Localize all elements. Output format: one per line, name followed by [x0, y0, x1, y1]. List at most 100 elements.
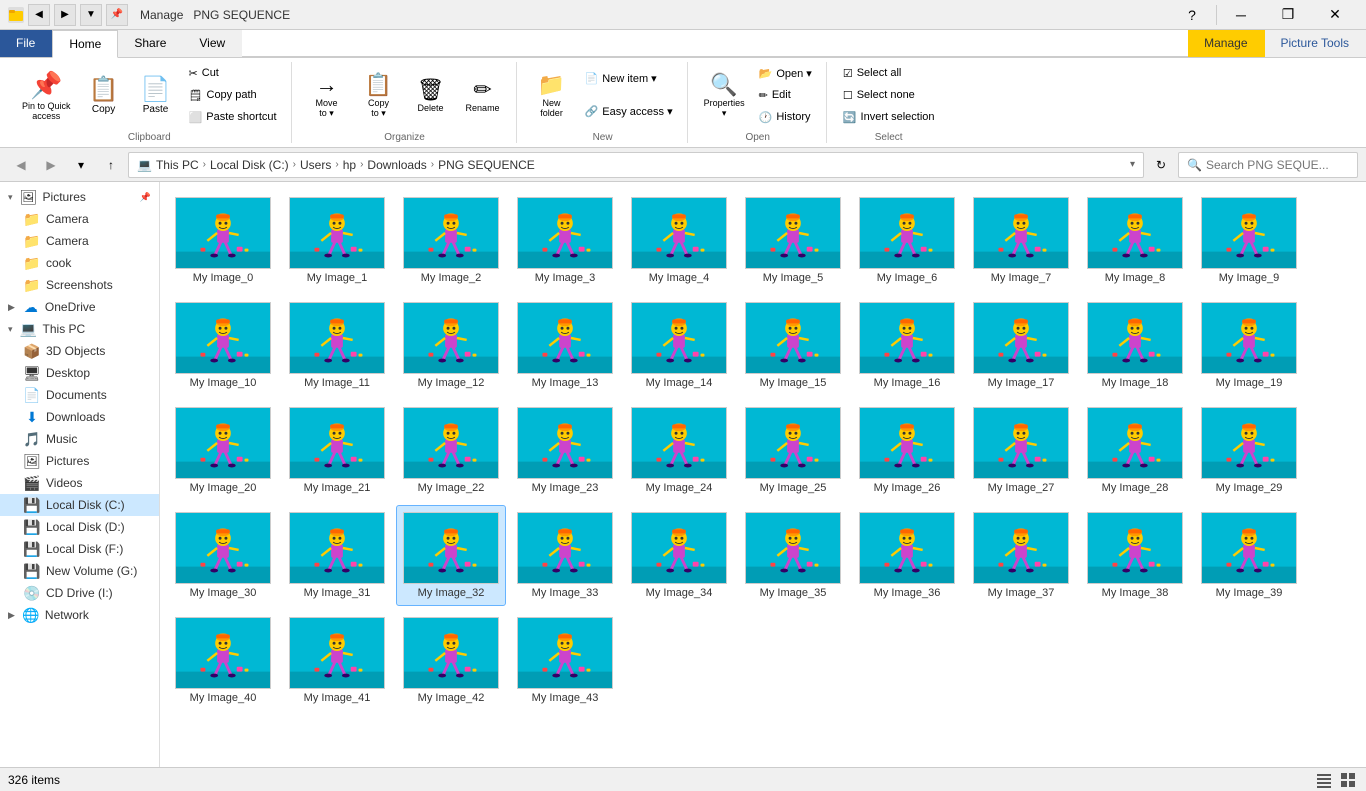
sidebar-item-desktop[interactable]: 🖥 Desktop: [0, 362, 159, 384]
path-hp[interactable]: hp: [343, 158, 356, 172]
search-bar[interactable]: 🔍: [1178, 152, 1358, 178]
invert-selection-btn[interactable]: 🔄 Invert selection: [837, 108, 941, 127]
address-path[interactable]: 💻 This PC › Local Disk (C:) › Users › hp…: [128, 152, 1144, 178]
properties-btn[interactable]: 🔍 Properties▾: [698, 62, 751, 128]
new-item-btn[interactable]: 📄 New item ▾: [579, 69, 679, 88]
file-item[interactable]: My Image_31: [282, 505, 392, 606]
recent-btn[interactable]: ▾: [68, 152, 94, 178]
file-item[interactable]: My Image_7: [966, 190, 1076, 291]
file-item[interactable]: My Image_42: [396, 610, 506, 711]
title-pin-btn[interactable]: 📌: [106, 4, 128, 26]
tab-picture-tools[interactable]: Picture Tools: [1265, 30, 1366, 57]
file-item[interactable]: My Image_38: [1080, 505, 1190, 606]
tab-view[interactable]: View: [183, 30, 242, 57]
path-local-disk[interactable]: Local Disk (C:): [210, 158, 289, 172]
file-item[interactable]: My Image_11: [282, 295, 392, 396]
file-item[interactable]: My Image_35: [738, 505, 848, 606]
path-downloads[interactable]: Downloads: [367, 158, 426, 172]
maximize-btn[interactable]: ❐: [1265, 0, 1311, 30]
sidebar-item-newvolg[interactable]: 💾 New Volume (G:): [0, 560, 159, 582]
delete-btn[interactable]: 🗑 Delete: [406, 62, 456, 128]
sidebar-item-screenshots[interactable]: 📁 Screenshots: [0, 274, 159, 296]
sidebar-item-localf[interactable]: 💾 Local Disk (F:): [0, 538, 159, 560]
tab-file[interactable]: File: [0, 30, 52, 57]
tab-manage[interactable]: Manage: [1188, 30, 1264, 57]
sidebar-item-videos[interactable]: 🎬 Videos: [0, 472, 159, 494]
copy-path-btn[interactable]: 🗒 Copy path: [183, 86, 283, 105]
file-item[interactable]: My Image_4: [624, 190, 734, 291]
move-to-btn[interactable]: → Moveto ▾: [302, 62, 352, 128]
file-item[interactable]: My Image_14: [624, 295, 734, 396]
file-item[interactable]: My Image_23: [510, 400, 620, 501]
history-btn[interactable]: 🕐 History: [753, 108, 818, 127]
file-item[interactable]: My Image_2: [396, 190, 506, 291]
file-item[interactable]: My Image_13: [510, 295, 620, 396]
file-item[interactable]: My Image_27: [966, 400, 1076, 501]
details-view-btn[interactable]: [1314, 770, 1334, 790]
sidebar-item-camera1[interactable]: 📁 Camera: [0, 208, 159, 230]
file-item[interactable]: My Image_15: [738, 295, 848, 396]
file-item[interactable]: My Image_20: [168, 400, 278, 501]
open-btn[interactable]: 📂 Open ▾: [753, 64, 818, 83]
file-item[interactable]: My Image_1: [282, 190, 392, 291]
file-item[interactable]: My Image_39: [1194, 505, 1304, 606]
search-input[interactable]: [1206, 158, 1346, 172]
sidebar-item-camera2[interactable]: 📁 Camera: [0, 230, 159, 252]
help-btn[interactable]: ?: [1169, 0, 1215, 30]
file-item[interactable]: My Image_18: [1080, 295, 1190, 396]
file-item[interactable]: My Image_40: [168, 610, 278, 711]
tab-share[interactable]: Share: [118, 30, 183, 57]
file-item[interactable]: My Image_19: [1194, 295, 1304, 396]
sidebar-item-documents[interactable]: 📄 Documents: [0, 384, 159, 406]
path-this-pc[interactable]: This PC: [156, 158, 199, 172]
file-item[interactable]: My Image_34: [624, 505, 734, 606]
paste-shortcut-btn[interactable]: ⬜ Paste shortcut: [183, 108, 283, 127]
sidebar-item-localc[interactable]: 💾 Local Disk (C:): [0, 494, 159, 516]
back-btn[interactable]: ◀: [8, 152, 34, 178]
sidebar-item-locald[interactable]: 💾 Local Disk (D:): [0, 516, 159, 538]
file-item[interactable]: My Image_24: [624, 400, 734, 501]
easy-access-btn[interactable]: 🔗 Easy access ▾: [579, 102, 679, 121]
sidebar-item-onedrive[interactable]: ▶ ☁ OneDrive: [0, 296, 159, 318]
file-item[interactable]: My Image_30: [168, 505, 278, 606]
title-down-btn[interactable]: ▼: [80, 4, 102, 26]
thumbnail-view-btn[interactable]: [1338, 770, 1358, 790]
pin-quick-access-btn[interactable]: 📌 Pin to Quickaccess: [16, 62, 77, 128]
file-item[interactable]: My Image_37: [966, 505, 1076, 606]
tab-home[interactable]: Home: [52, 30, 118, 58]
file-item[interactable]: My Image_16: [852, 295, 962, 396]
close-btn[interactable]: ✕: [1312, 0, 1358, 30]
select-all-btn[interactable]: ☑ Select all: [837, 64, 941, 83]
file-item[interactable]: My Image_36: [852, 505, 962, 606]
sidebar-item-network[interactable]: ▶ 🌐 Network: [0, 604, 159, 626]
file-item[interactable]: My Image_0: [168, 190, 278, 291]
file-item[interactable]: My Image_32: [396, 505, 506, 606]
file-item[interactable]: My Image_41: [282, 610, 392, 711]
file-item[interactable]: My Image_9: [1194, 190, 1304, 291]
cut-btn[interactable]: ✂ Cut: [183, 64, 283, 83]
file-item[interactable]: My Image_12: [396, 295, 506, 396]
file-item[interactable]: My Image_10: [168, 295, 278, 396]
file-item[interactable]: My Image_28: [1080, 400, 1190, 501]
file-item[interactable]: My Image_25: [738, 400, 848, 501]
forward-btn[interactable]: ▶: [38, 152, 64, 178]
file-item[interactable]: My Image_3: [510, 190, 620, 291]
copy-to-btn[interactable]: 📋 Copyto ▾: [354, 62, 404, 128]
sidebar-item-music[interactable]: 🎵 Music: [0, 428, 159, 450]
sidebar-item-cdi[interactable]: 💿 CD Drive (I:): [0, 582, 159, 604]
file-item[interactable]: My Image_21: [282, 400, 392, 501]
select-none-btn[interactable]: ☐ Select none: [837, 86, 941, 105]
file-item[interactable]: My Image_26: [852, 400, 962, 501]
sidebar-item-cook[interactable]: 📁 cook: [0, 252, 159, 274]
path-png-sequence[interactable]: PNG SEQUENCE: [438, 158, 535, 172]
file-item[interactable]: My Image_43: [510, 610, 620, 711]
refresh-btn[interactable]: ↻: [1148, 152, 1174, 178]
file-item[interactable]: My Image_5: [738, 190, 848, 291]
paste-btn[interactable]: 📄 Paste: [131, 62, 181, 128]
edit-btn[interactable]: ✏ Edit: [753, 86, 818, 105]
sidebar-item-thispc[interactable]: ▾ 💻 This PC: [0, 318, 159, 340]
sidebar-item-3dobjects[interactable]: 📦 3D Objects: [0, 340, 159, 362]
sidebar-item-pictures[interactable]: ▾ 🖼 Pictures 📌: [0, 186, 159, 208]
new-folder-btn[interactable]: 📁 Newfolder: [527, 62, 577, 128]
minimize-btn[interactable]: ─: [1218, 0, 1264, 30]
